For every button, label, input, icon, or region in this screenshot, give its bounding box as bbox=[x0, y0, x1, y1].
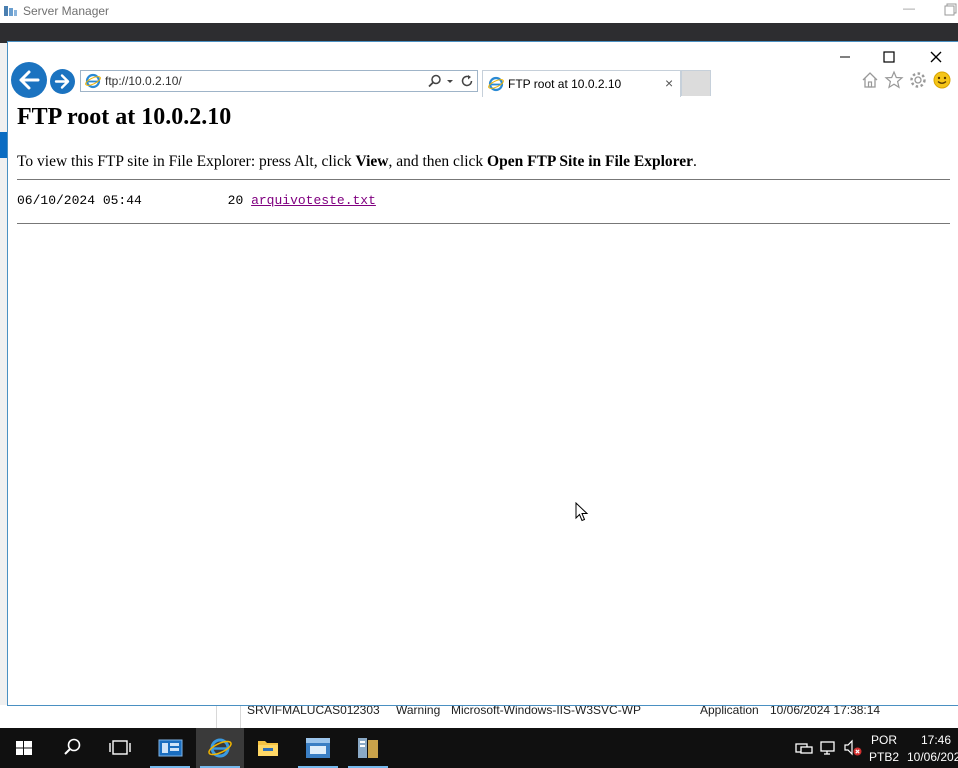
taskbar-server-tools[interactable] bbox=[294, 728, 342, 768]
clock-time[interactable]: 17:46 bbox=[921, 733, 951, 747]
page-title: FTP root at 10.0.2.10 bbox=[17, 104, 232, 130]
back-arrow-icon bbox=[19, 70, 40, 90]
home-icon[interactable] bbox=[860, 70, 880, 90]
volume-muted-icon[interactable] bbox=[843, 739, 863, 757]
internet-explorer-window: ftp://10.0.2.10/ FTP root at 10.0.2.10 × bbox=[7, 41, 958, 706]
address-bar[interactable]: ftp://10.0.2.10/ bbox=[80, 70, 478, 92]
taskbar-file-explorer[interactable] bbox=[244, 728, 292, 768]
tab-title: FTP root at 10.0.2.10 bbox=[508, 77, 622, 91]
file-link[interactable]: arquivoteste.txt bbox=[251, 193, 376, 208]
network-icon[interactable] bbox=[795, 740, 813, 756]
divider bbox=[240, 705, 241, 728]
minimize-icon[interactable] bbox=[838, 50, 852, 64]
mouse-cursor-icon bbox=[575, 502, 589, 522]
server-manager-header bbox=[0, 23, 958, 43]
file-date: 06/10/2024 05:44 bbox=[17, 193, 142, 208]
instr-text: , and then click bbox=[388, 153, 488, 170]
restore-icon[interactable] bbox=[944, 3, 958, 17]
task-view-button[interactable] bbox=[96, 728, 144, 768]
taskbar-server-manager[interactable] bbox=[146, 728, 194, 768]
taskbar-event-viewer[interactable] bbox=[344, 728, 392, 768]
ie-page-icon bbox=[488, 76, 504, 92]
instructions-text: To view this FTP site in File Explorer: … bbox=[17, 153, 697, 171]
divider bbox=[216, 705, 217, 728]
chevron-down-icon[interactable] bbox=[445, 74, 455, 88]
instr-text: . bbox=[692, 153, 697, 170]
close-icon[interactable] bbox=[929, 50, 943, 64]
internet-explorer-icon bbox=[208, 738, 232, 758]
instr-open: Open FTP Site in File Explorer bbox=[487, 153, 693, 170]
server-manager-titlebar: Server Manager — bbox=[0, 0, 958, 23]
forward-arrow-icon bbox=[54, 74, 70, 89]
keyboard-layout-indicator[interactable]: PTB2 bbox=[869, 750, 899, 764]
window-title: Server Manager bbox=[23, 4, 110, 18]
windows-start-icon bbox=[16, 741, 32, 755]
server-tools-icon bbox=[306, 738, 330, 758]
file-list: 06/10/2024 05:44 20 arquivoteste.txt bbox=[17, 193, 376, 208]
divider bbox=[17, 179, 950, 180]
tab-ftp-root[interactable]: FTP root at 10.0.2.10 × bbox=[482, 70, 681, 97]
search-button[interactable] bbox=[48, 728, 96, 768]
ie-page-icon bbox=[85, 73, 101, 89]
star-icon[interactable] bbox=[884, 70, 904, 90]
instr-text: To view this FTP site in File Explorer: … bbox=[17, 153, 356, 170]
refresh-icon[interactable] bbox=[459, 73, 475, 89]
gear-icon[interactable] bbox=[908, 70, 928, 90]
search-icon[interactable] bbox=[427, 73, 443, 89]
maximize-icon[interactable] bbox=[882, 50, 896, 64]
taskbar-internet-explorer[interactable] bbox=[196, 728, 244, 768]
divider bbox=[17, 223, 950, 224]
minimize-button[interactable]: — bbox=[902, 2, 916, 17]
forward-button[interactable] bbox=[50, 69, 75, 94]
smiley-icon[interactable] bbox=[932, 70, 952, 90]
folder-icon bbox=[258, 741, 278, 756]
language-indicator[interactable]: POR bbox=[871, 733, 897, 747]
task-view-icon bbox=[109, 740, 131, 755]
server-manager-icon bbox=[4, 6, 17, 16]
back-button[interactable] bbox=[11, 62, 47, 98]
file-size: 20 bbox=[227, 193, 244, 208]
start-button[interactable] bbox=[0, 728, 48, 768]
search-icon bbox=[64, 738, 81, 755]
server-manager-icon bbox=[158, 739, 183, 757]
taskbar: POR PTB2 17:46 10/06/202 bbox=[0, 728, 958, 768]
event-viewer-icon bbox=[358, 738, 378, 758]
address-input[interactable]: ftp://10.0.2.10/ bbox=[105, 74, 182, 88]
instr-view: View bbox=[355, 153, 389, 170]
display-icon[interactable] bbox=[820, 740, 838, 756]
tab-close-icon[interactable]: × bbox=[665, 75, 673, 91]
clock-date[interactable]: 10/06/202 bbox=[907, 750, 958, 764]
new-tab-button[interactable] bbox=[681, 70, 711, 96]
